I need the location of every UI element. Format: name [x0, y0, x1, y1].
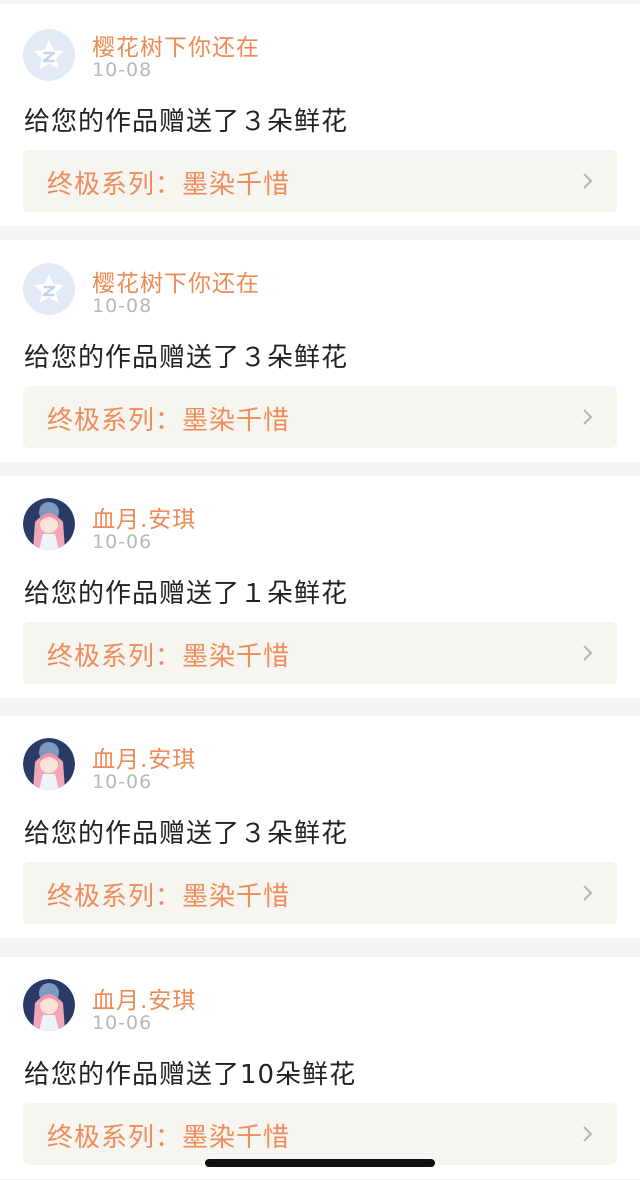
- default-zone-avatar-icon[interactable]: [23, 29, 75, 81]
- timestamp: 10-06: [92, 531, 153, 553]
- username[interactable]: 血月.安琪: [92, 740, 196, 774]
- username[interactable]: 血月.安琪: [92, 500, 196, 534]
- notification-card: 血月.安琪 10-06 给您的作品赠送了10朵鲜花 终极系列：墨染千惜: [0, 957, 640, 1179]
- anime-girl-avatar[interactable]: [23, 498, 75, 550]
- anime-girl-avatar[interactable]: [23, 738, 75, 790]
- notification-message: 给您的作品赠送了３朵鲜花: [24, 107, 349, 137]
- username[interactable]: 樱花树下你还在: [92, 28, 260, 62]
- timestamp: 10-08: [92, 59, 153, 81]
- notification-message: 给您的作品赠送了１朵鲜花: [24, 579, 349, 609]
- timestamp: 10-06: [92, 1012, 153, 1034]
- work-title: 终极系列：墨染千惜: [47, 406, 291, 436]
- notification-card: 樱花树下你还在 10-08 给您的作品赠送了３朵鲜花 终极系列：墨染千惜: [0, 240, 640, 462]
- notification-card: 血月.安琪 10-06 给您的作品赠送了３朵鲜花 终极系列：墨染千惜: [0, 716, 640, 938]
- chevron-right-icon: [583, 1126, 593, 1142]
- work-link-button[interactable]: 终极系列：墨染千惜: [23, 1103, 617, 1165]
- username[interactable]: 血月.安琪: [92, 981, 196, 1015]
- work-title: 终极系列：墨染千惜: [47, 1123, 291, 1153]
- work-title: 终极系列：墨染千惜: [47, 882, 291, 912]
- timestamp: 10-08: [92, 295, 153, 317]
- anime-girl-avatar[interactable]: [23, 979, 75, 1031]
- work-link-button[interactable]: 终极系列：墨染千惜: [23, 386, 617, 448]
- notification-card: 樱花树下你还在 10-08 给您的作品赠送了３朵鲜花 终极系列：墨染千惜: [0, 4, 640, 226]
- notification-feed: 樱花树下你还在 10-08 给您的作品赠送了３朵鲜花 终极系列：墨染千惜 樱花树…: [0, 0, 640, 1180]
- username[interactable]: 樱花树下你还在: [92, 264, 260, 298]
- work-title: 终极系列：墨染千惜: [47, 642, 291, 672]
- work-link-button[interactable]: 终极系列：墨染千惜: [23, 622, 617, 684]
- work-link-button[interactable]: 终极系列：墨染千惜: [23, 150, 617, 212]
- work-link-button[interactable]: 终极系列：墨染千惜: [23, 862, 617, 924]
- work-title: 终极系列：墨染千惜: [47, 170, 291, 200]
- notification-card: 血月.安琪 10-06 给您的作品赠送了１朵鲜花 终极系列：墨染千惜: [0, 476, 640, 698]
- notification-message: 给您的作品赠送了10朵鲜花: [24, 1060, 357, 1090]
- notification-message: 给您的作品赠送了３朵鲜花: [24, 819, 349, 849]
- timestamp: 10-06: [92, 771, 153, 793]
- chevron-right-icon: [583, 885, 593, 901]
- chevron-right-icon: [583, 409, 593, 425]
- home-indicator[interactable]: [205, 1159, 435, 1167]
- chevron-right-icon: [583, 645, 593, 661]
- chevron-right-icon: [583, 173, 593, 189]
- notification-message: 给您的作品赠送了３朵鲜花: [24, 343, 349, 373]
- default-zone-avatar-icon[interactable]: [23, 263, 75, 315]
